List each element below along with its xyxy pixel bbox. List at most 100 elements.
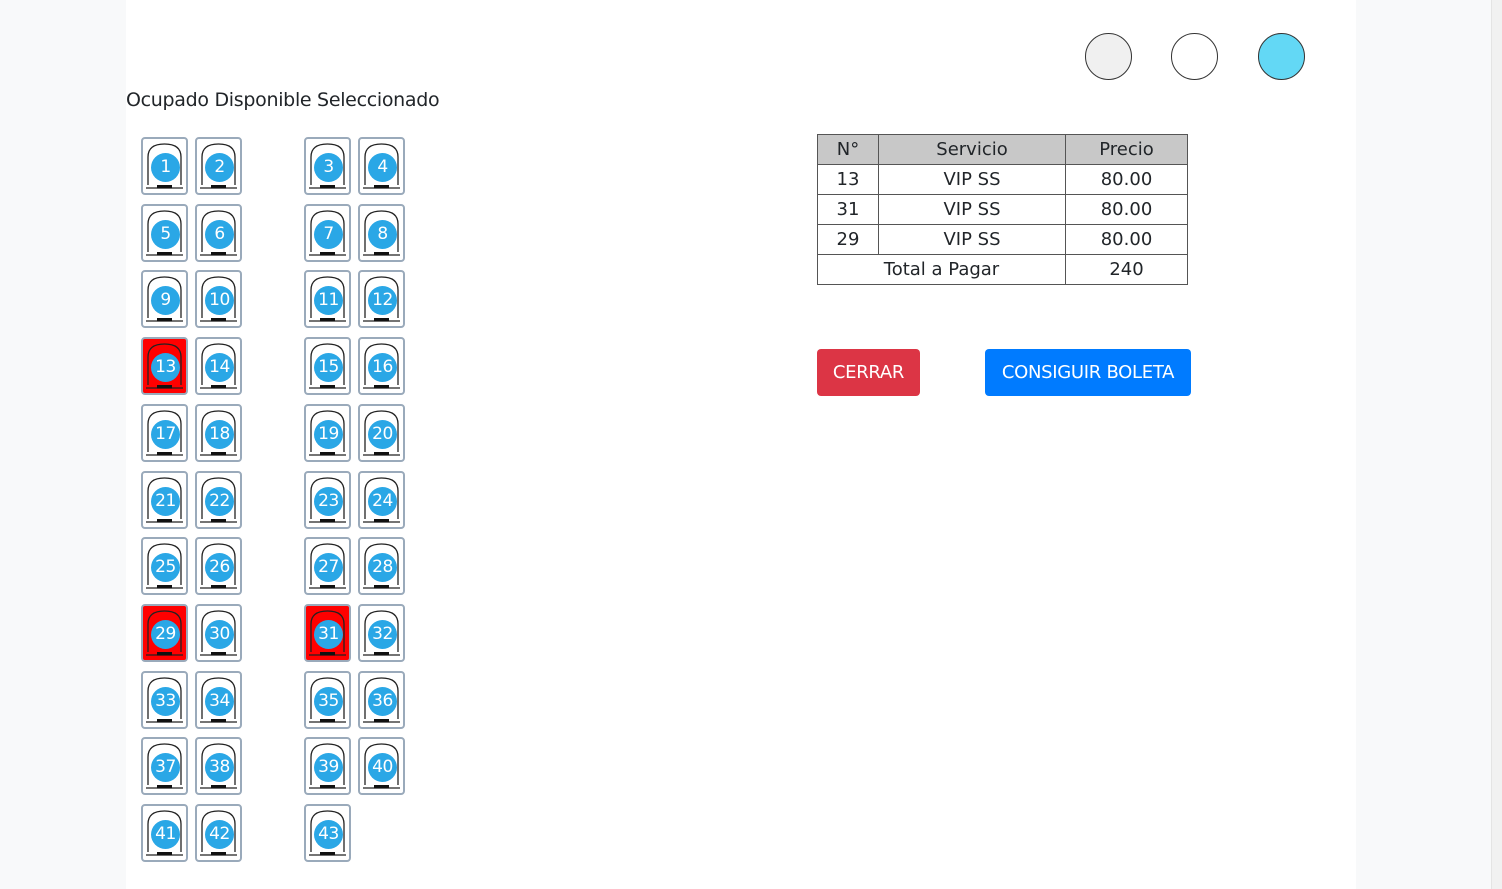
seat-number-badge: 22: [205, 487, 234, 516]
seat-41[interactable]: 41: [141, 804, 188, 862]
total-label: Total a Pagar: [817, 254, 1066, 285]
cell-service: VIP SS: [878, 164, 1066, 195]
seat-39[interactable]: 39: [304, 737, 351, 795]
seat-16[interactable]: 16: [358, 337, 405, 395]
seat-31[interactable]: 31: [304, 604, 351, 662]
seat-number-badge: 34: [205, 687, 234, 716]
seat-number-badge: 1: [151, 153, 180, 182]
seat-number-badge: 13: [151, 353, 180, 382]
legend-available-swatch: [1171, 33, 1218, 80]
seat-15[interactable]: 15: [304, 337, 351, 395]
total-row: Total a Pagar 240: [817, 254, 1188, 285]
cell-seat-number: 13: [817, 164, 879, 195]
seat-11[interactable]: 11: [304, 270, 351, 328]
seat-36[interactable]: 36: [358, 671, 405, 729]
seat-42[interactable]: 42: [195, 804, 242, 862]
seat-4[interactable]: 4: [358, 137, 405, 195]
get-receipt-button[interactable]: CONSIGUIR BOLETA: [985, 349, 1191, 396]
seat-18[interactable]: 18: [195, 404, 242, 462]
total-value: 240: [1065, 254, 1188, 285]
seat-14[interactable]: 14: [195, 337, 242, 395]
seat-number-badge: 24: [368, 487, 397, 516]
seat-number-badge: 31: [314, 620, 343, 649]
seat-number-badge: 5: [151, 220, 180, 249]
seat-number-badge: 30: [205, 620, 234, 649]
cell-price: 80.00: [1065, 224, 1188, 255]
seat-20[interactable]: 20: [358, 404, 405, 462]
seat-9[interactable]: 9: [141, 270, 188, 328]
seat-number-badge: 42: [205, 820, 234, 849]
seat-13[interactable]: 13: [141, 337, 188, 395]
seat-number-badge: 37: [151, 753, 180, 782]
seat-number-badge: 26: [205, 553, 234, 582]
seat-40[interactable]: 40: [358, 737, 405, 795]
seat-number-badge: 6: [205, 220, 234, 249]
cell-price: 80.00: [1065, 164, 1188, 195]
header-price: Precio: [1065, 134, 1188, 165]
seat-5[interactable]: 5: [141, 204, 188, 262]
cell-seat-number: 31: [817, 194, 879, 225]
seat-number-badge: 43: [314, 820, 343, 849]
seat-23[interactable]: 23: [304, 471, 351, 529]
seat-number-badge: 40: [368, 753, 397, 782]
close-button[interactable]: CERRAR: [817, 349, 920, 396]
seat-number-badge: 28: [368, 553, 397, 582]
seat-28[interactable]: 28: [358, 537, 405, 595]
seat-number-badge: 41: [151, 820, 180, 849]
seat-35[interactable]: 35: [304, 671, 351, 729]
seat-26[interactable]: 26: [195, 537, 242, 595]
seat-32[interactable]: 32: [358, 604, 405, 662]
header-service: Servicio: [878, 134, 1066, 165]
seat-number-badge: 3: [314, 153, 343, 182]
seat-7[interactable]: 7: [304, 204, 351, 262]
seat-number-badge: 11: [314, 286, 343, 315]
header-number: N°: [817, 134, 879, 165]
page-scrollbar[interactable]: [1491, 0, 1502, 889]
cell-service: VIP SS: [878, 194, 1066, 225]
seat-number-badge: 25: [151, 553, 180, 582]
seat-24[interactable]: 24: [358, 471, 405, 529]
seat-21[interactable]: 21: [141, 471, 188, 529]
seat-29[interactable]: 29: [141, 604, 188, 662]
legend-occupied-swatch: [1085, 33, 1132, 80]
seat-22[interactable]: 22: [195, 471, 242, 529]
seat-27[interactable]: 27: [304, 537, 351, 595]
seat-number-badge: 17: [151, 420, 180, 449]
seat-number-badge: 19: [314, 420, 343, 449]
seat-30[interactable]: 30: [195, 604, 242, 662]
seat-6[interactable]: 6: [195, 204, 242, 262]
cell-seat-number: 29: [817, 224, 879, 255]
seat-19[interactable]: 19: [304, 404, 351, 462]
seat-12[interactable]: 12: [358, 270, 405, 328]
seat-number-badge: 23: [314, 487, 343, 516]
seat-1[interactable]: 1: [141, 137, 188, 195]
seat-38[interactable]: 38: [195, 737, 242, 795]
seat-number-badge: 36: [368, 687, 397, 716]
legend-selected-swatch: [1258, 33, 1305, 80]
seat-3[interactable]: 3: [304, 137, 351, 195]
seat-17[interactable]: 17: [141, 404, 188, 462]
seat-number-badge: 8: [368, 220, 397, 249]
seat-25[interactable]: 25: [141, 537, 188, 595]
seat-33[interactable]: 33: [141, 671, 188, 729]
seat-number-badge: 39: [314, 753, 343, 782]
table-row: 13 VIP SS 80.00: [817, 164, 1188, 195]
seat-number-badge: 35: [314, 687, 343, 716]
seat-number-badge: 2: [205, 153, 234, 182]
seat-number-badge: 4: [368, 153, 397, 182]
seat-10[interactable]: 10: [195, 270, 242, 328]
seat-8[interactable]: 8: [358, 204, 405, 262]
table-row: 29 VIP SS 80.00: [817, 224, 1188, 255]
legend-label: Ocupado Disponible Seleccionado: [126, 89, 440, 111]
seat-number-badge: 18: [205, 420, 234, 449]
seat-2[interactable]: 2: [195, 137, 242, 195]
seat-number-badge: 7: [314, 220, 343, 249]
seat-number-badge: 38: [205, 753, 234, 782]
seat-43[interactable]: 43: [304, 804, 351, 862]
seat-34[interactable]: 34: [195, 671, 242, 729]
seat-number-badge: 27: [314, 553, 343, 582]
seat-number-badge: 9: [151, 286, 180, 315]
seat-37[interactable]: 37: [141, 737, 188, 795]
seat-number-badge: 29: [151, 620, 180, 649]
table-row: 31 VIP SS 80.00: [817, 194, 1188, 225]
